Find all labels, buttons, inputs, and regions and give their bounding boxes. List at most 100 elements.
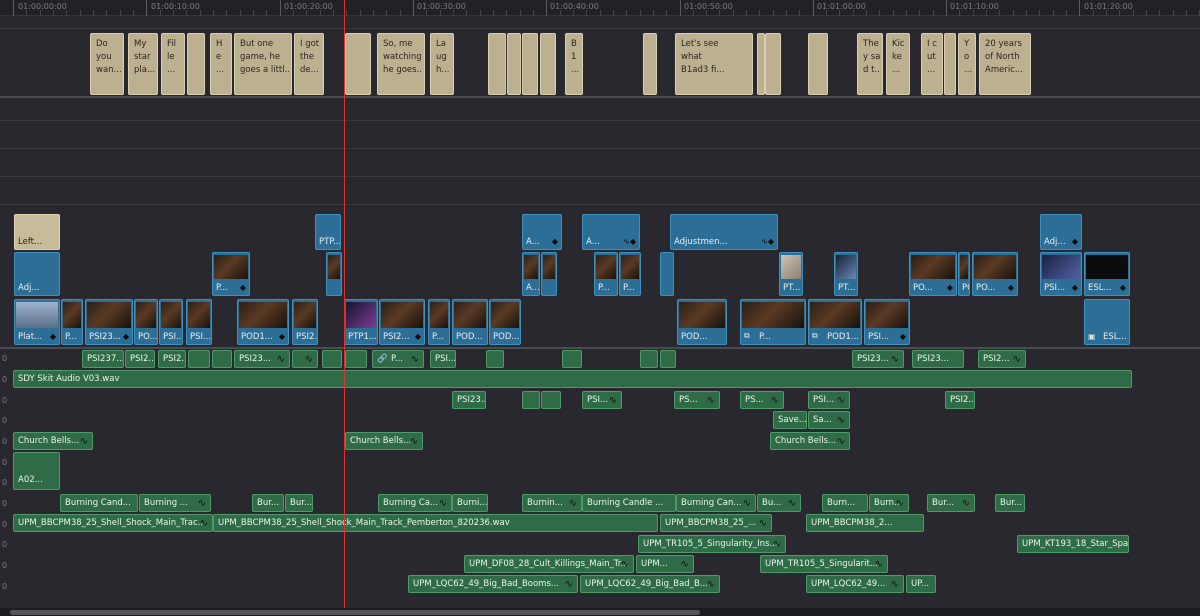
- subtitle-clip[interactable]: Kic ke ...: [886, 33, 910, 95]
- audio-clip[interactable]: Burnin... ∿: [522, 494, 582, 512]
- audio-clip[interactable]: [345, 350, 367, 368]
- video-clip[interactable]: PO... ◆: [909, 252, 957, 296]
- audio-clip[interactable]: Burning ... ∿: [139, 494, 211, 512]
- video-clip[interactable]: Adj... ◆: [1040, 214, 1082, 250]
- subtitle-clip[interactable]: [808, 33, 828, 95]
- subtitle-clip[interactable]: [522, 33, 538, 95]
- audio-clip[interactable]: PSI2...: [125, 350, 155, 368]
- video-clip[interactable]: A...: [522, 252, 540, 296]
- video-clip[interactable]: [541, 252, 557, 296]
- audio-clip[interactable]: PSI23...: [452, 391, 486, 409]
- audio-clip[interactable]: Burning Ca... ∿: [378, 494, 452, 512]
- video-clip[interactable]: A... ◆: [522, 214, 562, 250]
- video-clip[interactable]: [660, 252, 674, 296]
- audio-clip[interactable]: UPM_TR105_5_Singularity_Ins... ∿: [638, 535, 786, 553]
- subtitle-clip[interactable]: My star pla...: [128, 33, 158, 95]
- audio-clip[interactable]: SDY Skit Audio V03.wav: [13, 370, 1132, 388]
- video-clip[interactable]: PO...: [134, 299, 158, 345]
- audio-clip[interactable]: [541, 391, 561, 409]
- video-clip[interactable]: P...: [594, 252, 618, 296]
- audio-clip[interactable]: Bur...: [252, 494, 284, 512]
- audio-clip[interactable]: UPM_BBCPM38_25_Shell_Shock_Main_Trac... ∿: [13, 514, 213, 532]
- audio-clip[interactable]: Church Bells... ∿: [770, 432, 850, 450]
- audio-clip[interactable]: PSI23... ∿: [234, 350, 290, 368]
- video-clip[interactable]: PTP...: [315, 214, 341, 250]
- video-clip[interactable]: P... ⧉: [740, 299, 806, 345]
- audio-clip[interactable]: UPM_BBCPM38_2...: [806, 514, 924, 532]
- audio-clip[interactable]: P... 🔗 ∿: [372, 350, 424, 368]
- subtitle-clip[interactable]: 20 years of North Americ...: [979, 33, 1031, 95]
- subtitle-clip[interactable]: Let's see what B1ad3 fi...: [675, 33, 753, 95]
- audio-clip[interactable]: PSI...: [430, 350, 456, 368]
- subtitle-clip[interactable]: Y o ...: [958, 33, 976, 95]
- audio-clip[interactable]: [522, 391, 540, 409]
- scrollbar-thumb[interactable]: [10, 610, 700, 615]
- audio-clip[interactable]: UPM_BBCPM38_25_... ∿: [660, 514, 772, 532]
- audio-clip[interactable]: PSI2... ∿: [978, 350, 1026, 368]
- video-clip[interactable]: POD1... ◆: [237, 299, 289, 345]
- audio-clip[interactable]: PSI23...: [912, 350, 964, 368]
- adjustment-clip[interactable]: Left...: [14, 214, 60, 250]
- audio-clip[interactable]: Burning Cand...: [60, 494, 138, 512]
- audio-clip[interactable]: Burni...: [452, 494, 488, 512]
- video-clip[interactable]: POD...: [677, 299, 727, 345]
- video-clip[interactable]: POD1... ⧉: [808, 299, 862, 345]
- audio-clip[interactable]: [212, 350, 232, 368]
- video-clip[interactable]: ESL... ◆: [1084, 252, 1130, 296]
- video-clip[interactable]: PT...: [779, 252, 803, 296]
- subtitle-clip[interactable]: But one game, he goes a littl...: [234, 33, 292, 95]
- video-clip[interactable]: [326, 252, 342, 296]
- audio-clip[interactable]: Burning Candle ...: [582, 494, 676, 512]
- video-clip[interactable]: PT...: [834, 252, 858, 296]
- audio-clip[interactable]: PSI2...: [945, 391, 975, 409]
- video-clip[interactable]: A... ∿◆: [582, 214, 640, 250]
- video-clip[interactable]: PO... ◆: [972, 252, 1018, 296]
- audio-clip[interactable]: Bur... ∿: [927, 494, 975, 512]
- subtitle-clip[interactable]: Do you wan...: [90, 33, 124, 95]
- audio-clip[interactable]: A02...: [13, 452, 60, 490]
- subtitle-clip[interactable]: [765, 33, 781, 95]
- audio-clip[interactable]: Burn... ∿: [869, 494, 909, 512]
- video-clip[interactable]: PSI2... ◆: [379, 299, 425, 345]
- audio-clip[interactable]: Burning Can... ∿: [676, 494, 756, 512]
- audio-clip[interactable]: UP...: [906, 575, 936, 593]
- video-clip[interactable]: PSI...: [159, 299, 183, 345]
- adjustment-clip[interactable]: Adjustmen... ∿◆: [670, 214, 778, 250]
- subtitle-clip[interactable]: [187, 33, 205, 95]
- subtitle-clip[interactable]: [540, 33, 556, 95]
- audio-clip[interactable]: PSI... ∿: [582, 391, 622, 409]
- subtitle-clip[interactable]: [507, 33, 521, 95]
- video-clip[interactable]: PSI23... ◆: [85, 299, 133, 345]
- audio-clip[interactable]: UPM_DF08_28_Cult_Killings_Main_Tr... ∿: [464, 555, 634, 573]
- video-clip[interactable]: PSI... ◆: [1040, 252, 1082, 296]
- audio-clip[interactable]: [660, 350, 676, 368]
- subtitle-clip[interactable]: [345, 33, 371, 95]
- audio-clip[interactable]: PSI... ∿: [808, 391, 850, 409]
- video-clip[interactable]: P...: [428, 299, 450, 345]
- audio-clip[interactable]: UPM_LQC62_49... ∿: [806, 575, 904, 593]
- audio-clip[interactable]: [322, 350, 342, 368]
- audio-clip[interactable]: ∿: [292, 350, 318, 368]
- audio-clip[interactable]: UPM... ∿: [636, 555, 694, 573]
- audio-clip[interactable]: UPM_KT193_18_Star_Spa...: [1017, 535, 1129, 553]
- video-clip[interactable]: ESL... ▣: [1084, 299, 1130, 345]
- subtitle-clip[interactable]: I c ut ...: [921, 33, 943, 95]
- audio-clip[interactable]: Save...: [773, 411, 807, 429]
- timecode-ruler[interactable]: 01:00:00:00 01:00:10:00 01:00:20:00 01:0…: [0, 0, 1200, 16]
- audio-clip[interactable]: PS... ∿: [740, 391, 784, 409]
- subtitle-clip[interactable]: La ug h...: [430, 33, 454, 95]
- video-clip[interactable]: Adj...: [14, 252, 60, 296]
- subtitle-clip[interactable]: So, me watching, he goes...: [377, 33, 425, 95]
- video-clip[interactable]: PSI... ◆: [864, 299, 910, 345]
- video-clip[interactable]: Plat... ◆: [14, 299, 60, 345]
- audio-clip[interactable]: [188, 350, 210, 368]
- audio-clip[interactable]: Bur...: [995, 494, 1025, 512]
- audio-clip[interactable]: [486, 350, 504, 368]
- video-clip[interactable]: POD...: [452, 299, 488, 345]
- audio-clip[interactable]: Church Bells... ∿: [13, 432, 93, 450]
- audio-clip[interactable]: Bu... ∿: [757, 494, 801, 512]
- audio-clip[interactable]: Church Bells... ∿: [345, 432, 423, 450]
- audio-clip[interactable]: PS... ∿: [674, 391, 720, 409]
- subtitle-clip[interactable]: [643, 33, 657, 95]
- audio-clip[interactable]: UPM_LQC62_49_Big_Bad_B... ∿: [580, 575, 720, 593]
